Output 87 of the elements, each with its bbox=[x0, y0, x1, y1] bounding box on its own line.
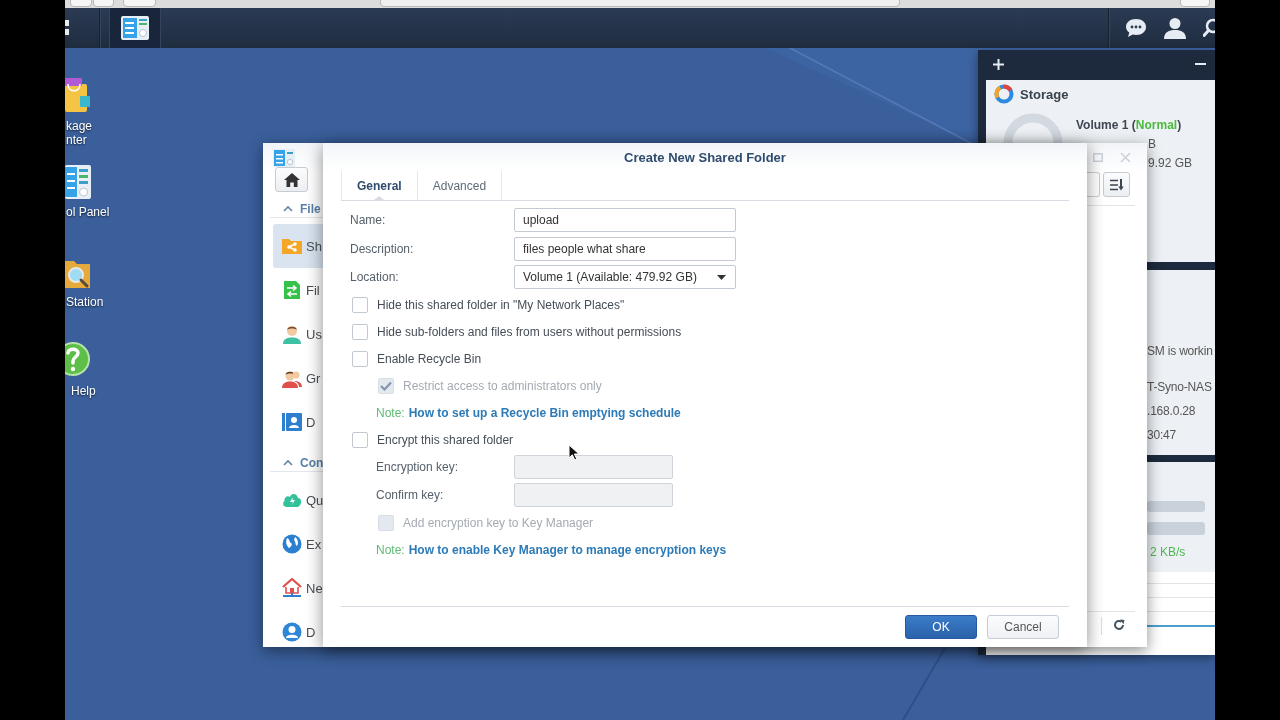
sidebar-item[interactable]: D bbox=[273, 400, 323, 444]
chevron-icon[interactable] bbox=[283, 205, 293, 212]
user-circle-icon bbox=[282, 622, 302, 642]
globe-icon bbox=[282, 534, 302, 554]
plus-icon[interactable] bbox=[993, 58, 1004, 70]
sidebar-item[interactable]: Us bbox=[273, 312, 323, 356]
meter-track bbox=[1147, 522, 1205, 535]
usage-text: B bbox=[1148, 137, 1156, 151]
field-label: Name: bbox=[349, 213, 387, 227]
field-label: Location: bbox=[349, 270, 400, 284]
checkbox-label: Encrypt this shared folder bbox=[377, 432, 514, 447]
desktop-shortcut[interactable]: Station bbox=[65, 257, 104, 309]
volume-status: Volume 1 (Normal) bbox=[1076, 118, 1182, 132]
cancel-button[interactable]: Cancel bbox=[987, 615, 1059, 639]
desktop-shortcut[interactable]: Help bbox=[65, 340, 96, 398]
search-field[interactable] bbox=[1087, 172, 1100, 197]
shopping-bag-icon bbox=[65, 75, 91, 113]
sidebar-item[interactable]: D bbox=[273, 610, 323, 647]
status-text: 30:47 bbox=[1147, 428, 1177, 442]
checkmark-icon bbox=[380, 380, 392, 391]
main-menu-icon[interactable] bbox=[65, 20, 69, 36]
dialog-title: Create New Shared Folder bbox=[624, 149, 786, 165]
app-button[interactable] bbox=[109, 8, 161, 48]
speed-text: 2 KB/s bbox=[1150, 545, 1186, 559]
chat-icon[interactable] bbox=[1125, 18, 1147, 38]
sidebar-item[interactable]: Ne bbox=[273, 566, 323, 610]
field-label: Confirm key: bbox=[376, 488, 445, 502]
help-icon bbox=[65, 340, 90, 378]
field-label: Encryption key: bbox=[376, 460, 460, 474]
ok-button[interactable]: OK bbox=[905, 615, 977, 639]
sidebar-item[interactable]: Ex bbox=[273, 522, 323, 566]
app-window-icon bbox=[273, 149, 295, 167]
sort-button[interactable] bbox=[1103, 172, 1130, 197]
field-label: Description: bbox=[349, 241, 415, 256]
help-link[interactable]: How to enable Key Manager to manage encryption keys bbox=[408, 542, 727, 557]
close-icon[interactable] bbox=[1120, 152, 1131, 163]
refresh-icon[interactable] bbox=[1113, 619, 1125, 631]
home-icon bbox=[283, 172, 300, 187]
checkbox[interactable] bbox=[352, 296, 368, 313]
desktop-shortcut[interactable]: kage nter bbox=[65, 75, 93, 147]
search-icon[interactable] bbox=[1203, 18, 1215, 38]
user-icon bbox=[282, 324, 302, 344]
minus-icon[interactable] bbox=[1195, 63, 1206, 65]
desktop-shortcut[interactable]: ol Panel bbox=[65, 165, 110, 219]
checkbox[interactable] bbox=[352, 323, 368, 340]
checkbox[interactable] bbox=[352, 431, 368, 448]
checkbox-label: Add encryption key to Key Manager bbox=[403, 515, 594, 530]
app-window-icon bbox=[121, 16, 149, 40]
maximize-icon[interactable] bbox=[1093, 153, 1103, 162]
status-text: T-Syno-NAS bbox=[1147, 380, 1212, 394]
chevron-icon[interactable] bbox=[283, 459, 293, 466]
sort-icon bbox=[1109, 178, 1124, 191]
sidebar-item[interactable]: Qu bbox=[273, 478, 323, 522]
text-field[interactable]: files people what share bbox=[514, 236, 736, 261]
checkbox-label: Enable Recycle Bin bbox=[377, 351, 482, 366]
home-button[interactable] bbox=[275, 167, 308, 192]
checkbox-label: Hide sub-folders and files from users without permissions bbox=[377, 324, 682, 339]
ring-chart-icon bbox=[994, 84, 1014, 104]
help-link[interactable]: How to set up a Recycle Bin emptying schedule bbox=[408, 405, 681, 420]
house-icon bbox=[282, 578, 302, 598]
note-text: Note: How to set up a Recycle Bin emptying schedule bbox=[376, 405, 681, 420]
checkbox-label: Restrict access to administrators only bbox=[403, 378, 602, 393]
note-text: Note: How to enable Key Manager to manage encryption keys bbox=[376, 542, 727, 557]
caret-icon bbox=[717, 274, 726, 280]
status-text: .168.0.28 bbox=[1147, 404, 1196, 418]
section-heading: Con bbox=[300, 455, 324, 470]
tab[interactable]: Advanced bbox=[417, 171, 503, 200]
checkbox-label: Hide this shared folder in "My Network Places" bbox=[377, 297, 625, 312]
tab[interactable]: General bbox=[341, 171, 418, 200]
section-heading: File bbox=[300, 201, 321, 216]
file-arrows-icon bbox=[282, 280, 302, 300]
text-field[interactable]: upload bbox=[514, 208, 736, 232]
widget-title: Storage bbox=[1020, 86, 1069, 102]
sidebar-item[interactable]: Gr bbox=[273, 356, 323, 400]
status-text: SM is workin bbox=[1147, 344, 1213, 358]
meter-track bbox=[1147, 501, 1205, 512]
sidebar-item[interactable]: Fil bbox=[273, 268, 323, 312]
checkbox[interactable] bbox=[352, 350, 368, 367]
user-icon[interactable] bbox=[1163, 17, 1187, 39]
app-window-icon bbox=[65, 165, 91, 199]
gauge-drawing bbox=[1003, 113, 1063, 143]
shared-folder-icon bbox=[282, 236, 302, 256]
pointer-icon bbox=[568, 444, 580, 461]
sidebar-item[interactable]: Sh bbox=[273, 224, 323, 268]
contact-card-icon bbox=[282, 412, 302, 432]
usage-text: 9.92 GB bbox=[1148, 156, 1193, 170]
dropdown[interactable]: Volume 1 (Available: 479.92 GB) bbox=[514, 265, 736, 289]
